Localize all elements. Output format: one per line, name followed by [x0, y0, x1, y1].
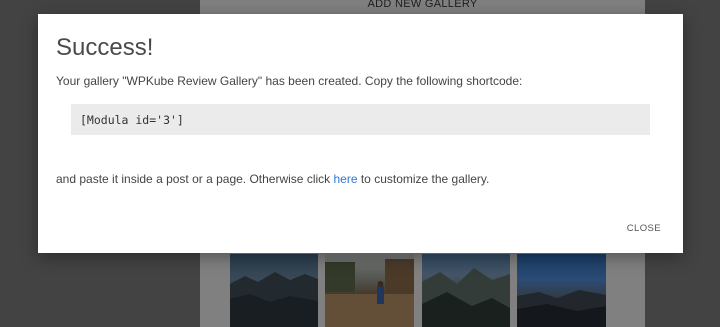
paste-instructions-suffix: to customize the gallery.: [357, 172, 490, 186]
shortcode-field[interactable]: [Modula id='3']: [71, 104, 650, 135]
paste-instructions: and paste it inside a post or a page. Ot…: [56, 171, 489, 187]
close-button[interactable]: CLOSE: [627, 223, 661, 234]
success-dialog: Success! Your gallery "WPKube Review Gal…: [38, 14, 683, 253]
customize-gallery-link[interactable]: here: [333, 172, 357, 186]
dialog-title: Success!: [56, 34, 154, 61]
paste-instructions-text: and paste it inside a post or a page. Ot…: [56, 172, 334, 186]
gallery-created-message: Your gallery "WPKube Review Gallery" has…: [56, 74, 523, 88]
